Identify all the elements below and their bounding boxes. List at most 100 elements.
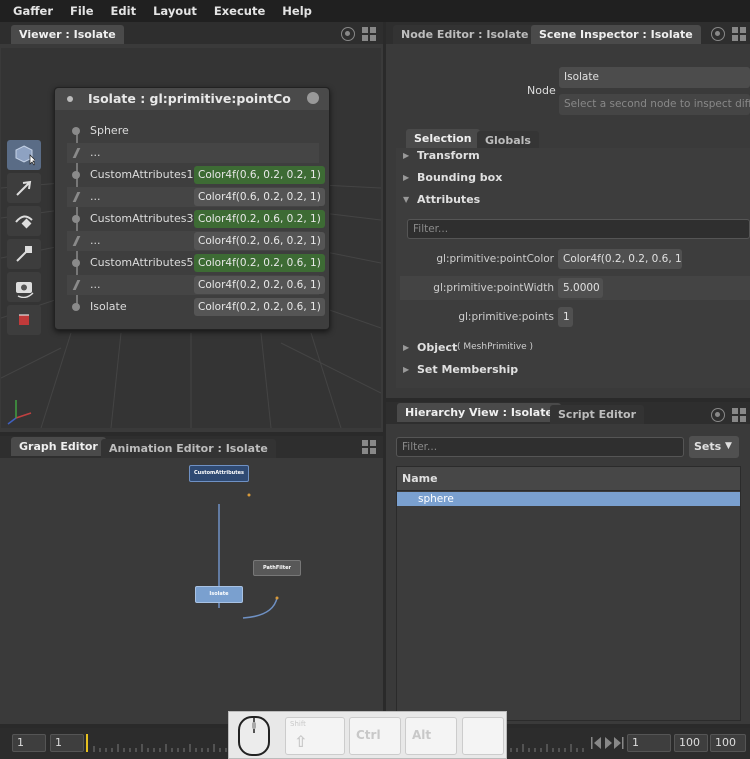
tab-scene-inspector[interactable]: Scene Inspector : Isolate: [531, 25, 701, 44]
start-frame-field[interactable]: 1: [12, 734, 46, 752]
expand-bounding-box-icon[interactable]: ▶: [403, 173, 409, 182]
frame-ruler[interactable]: [86, 732, 231, 754]
end-range-field[interactable]: 100: [674, 734, 708, 752]
node-custom-attributes[interactable]: CustomAttributes: [189, 465, 249, 482]
graph-canvas[interactable]: [1, 458, 381, 722]
node-path-filter-label: PathFilter: [263, 565, 291, 571]
history-row[interactable]: ... Color4f(0.2, 0.6, 0.2, 1): [67, 231, 325, 251]
panel-menu-icon[interactable]: [711, 27, 725, 41]
hierarchy-filter-input[interactable]: Filter...: [396, 437, 684, 457]
rotate-tool-button[interactable]: [7, 206, 41, 236]
history-value: Color4f(0.2, 0.2, 0.6, 1): [194, 254, 325, 272]
hierarchy-tabbar: Hierarchy View : Isolate Script Editor: [386, 402, 750, 424]
selection-tool-button[interactable]: [7, 140, 41, 170]
history-node-name: CustomAttributes1: [90, 168, 194, 181]
panel-menu-icon[interactable]: [711, 408, 725, 422]
attr-value-points[interactable]: 1: [558, 307, 573, 327]
history-node-dot-icon: [72, 192, 81, 202]
layout-grid-icon[interactable]: [732, 408, 746, 422]
history-node-name: ...: [90, 190, 101, 203]
history-value: Color4f(0.2, 0.6, 0.2, 1): [194, 232, 325, 250]
menu-execute[interactable]: Execute: [214, 4, 265, 18]
tab-animation-editor[interactable]: Animation Editor : Isolate: [101, 439, 276, 458]
shift-key: Shift ⇧: [285, 717, 345, 755]
history-node-name: ...: [90, 234, 101, 247]
menu-file[interactable]: File: [70, 4, 94, 18]
history-row[interactable]: CustomAttributes1 Color4f(0.6, 0.2, 0.2, …: [67, 165, 325, 185]
current-range-field[interactable]: 1: [50, 734, 84, 752]
sets-dropdown[interactable]: Sets ▼: [689, 436, 739, 458]
tab-node-editor[interactable]: Node Editor : Isolate: [393, 25, 537, 44]
ctrl-key: Ctrl: [349, 717, 401, 755]
history-row[interactable]: CustomAttributes3 Color4f(0.2, 0.6, 0.2, …: [67, 209, 325, 229]
crop-window-tool-button[interactable]: [7, 305, 41, 335]
layout-grid-icon[interactable]: [362, 440, 376, 454]
node-custom-attributes-label: CustomAttributes: [194, 470, 244, 476]
section-transform[interactable]: Transform: [417, 149, 480, 162]
frame-field[interactable]: 1: [627, 734, 671, 752]
chevron-down-icon: ▼: [725, 441, 732, 451]
popup-close-icon[interactable]: [307, 92, 319, 104]
end-frame-field[interactable]: 100: [710, 734, 746, 752]
attr-value-pointwidth[interactable]: 5.0000: [558, 278, 603, 298]
collapse-attributes-icon[interactable]: ▼: [403, 195, 409, 204]
popup-title[interactable]: Isolate : gl:primitive:pointCo: [55, 88, 329, 110]
camera-tool-button[interactable]: [7, 272, 41, 302]
alt-key: Alt: [405, 717, 457, 755]
frame-ruler-end[interactable]: [507, 732, 589, 754]
section-object[interactable]: Object: [417, 341, 457, 354]
menu-edit[interactable]: Edit: [111, 4, 137, 18]
history-node-dot-icon: [72, 171, 80, 179]
select-cube-icon: [15, 145, 35, 166]
alt-key-label: Alt: [412, 728, 432, 742]
expand-transform-icon[interactable]: ▶: [403, 151, 409, 160]
tab-graph-editor[interactable]: Graph Editor: [11, 437, 106, 456]
expand-set-membership-icon[interactable]: ▶: [403, 365, 409, 374]
history-node-dot-icon: [72, 259, 80, 267]
node-isolate-label: Isolate: [209, 591, 229, 597]
tab-selection[interactable]: Selection: [406, 129, 480, 148]
menu-layout[interactable]: Layout: [153, 4, 197, 18]
inspector-tabbar: Node Editor : Isolate Scene Inspector : …: [386, 22, 750, 44]
history-row[interactable]: Isolate Color4f(0.2, 0.2, 0.6, 1): [67, 297, 325, 317]
history-row[interactable]: ...: [67, 143, 319, 163]
attributes-filter-input[interactable]: Filter...: [407, 219, 750, 239]
history-row[interactable]: ... Color4f(0.2, 0.2, 0.6, 1): [67, 275, 325, 295]
panel-menu-icon[interactable]: [341, 27, 355, 41]
history-node-dot-icon: [72, 280, 81, 290]
history-node-dot-icon: [72, 215, 80, 223]
expand-object-icon[interactable]: ▶: [403, 343, 409, 352]
history-row[interactable]: CustomAttributes5 Color4f(0.2, 0.2, 0.6, …: [67, 253, 325, 273]
section-set-membership[interactable]: Set Membership: [417, 363, 518, 376]
tab-script-editor[interactable]: Script Editor: [550, 405, 644, 424]
playback-controls-icon[interactable]: [590, 736, 624, 750]
popup-pin-icon[interactable]: [67, 96, 73, 102]
history-value: Color4f(0.2, 0.2, 0.6, 1): [194, 276, 325, 294]
scale-tool-button[interactable]: [7, 239, 41, 269]
menu-gaffer[interactable]: Gaffer: [13, 4, 53, 18]
history-row[interactable]: Sphere: [67, 121, 319, 141]
column-header-label: Name: [402, 472, 438, 485]
node-path-filter[interactable]: PathFilter: [253, 560, 301, 576]
layout-grid-icon[interactable]: [732, 27, 746, 41]
layout-grid-icon[interactable]: [362, 27, 376, 41]
node-field[interactable]: Isolate: [559, 67, 750, 88]
section-bounding-box[interactable]: Bounding box: [417, 171, 502, 184]
hierarchy-tree: Name sphere: [396, 466, 741, 721]
tab-viewer[interactable]: Viewer : Isolate: [11, 25, 124, 44]
tab-hierarchy-view[interactable]: Hierarchy View : Isolate: [397, 403, 561, 422]
object-type-label: ( MeshPrimitive ): [457, 342, 534, 352]
history-row[interactable]: ... Color4f(0.6, 0.2, 0.2, 1): [67, 187, 325, 207]
viewer-tabbar: Viewer : Isolate: [0, 22, 383, 44]
translate-tool-button[interactable]: [7, 173, 41, 203]
attr-value-pointcolor[interactable]: Color4f(0.2, 0.2, 0.6, 1): [558, 249, 682, 269]
second-node-field[interactable]: Select a second node to inspect diffe: [559, 94, 750, 115]
rotate-icon: [15, 215, 33, 229]
column-header-name[interactable]: Name: [397, 467, 740, 491]
history-node-name: ...: [90, 278, 101, 291]
node-isolate[interactable]: Isolate: [195, 586, 243, 603]
menu-help[interactable]: Help: [282, 4, 312, 18]
section-attributes[interactable]: Attributes: [417, 193, 480, 206]
history-node-name: CustomAttributes3: [90, 212, 194, 225]
tree-row[interactable]: sphere: [397, 492, 740, 506]
